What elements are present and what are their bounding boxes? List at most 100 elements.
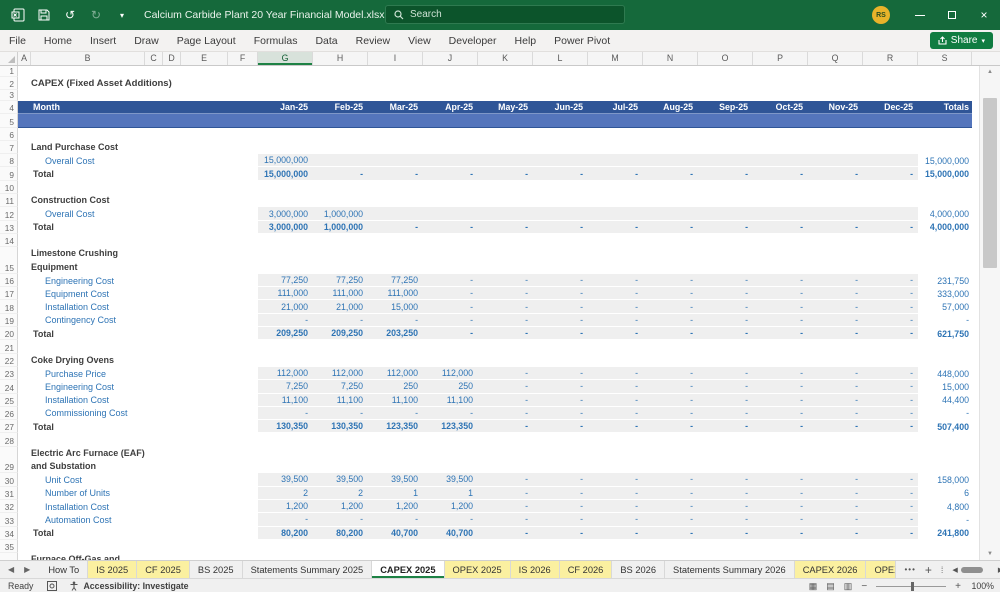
cell[interactable]: -: [643, 287, 698, 301]
cell[interactable]: -: [533, 380, 588, 394]
cell[interactable]: 39,500: [423, 473, 478, 487]
cell[interactable]: -: [643, 300, 698, 314]
cell[interactable]: -: [533, 499, 588, 514]
cell[interactable]: [18, 487, 31, 500]
sheet-nav-left-icon[interactable]: ◀: [8, 565, 14, 574]
cell[interactable]: -: [423, 406, 478, 421]
column-header-M[interactable]: M: [588, 52, 643, 65]
cell[interactable]: -: [368, 313, 423, 328]
column-header-D[interactable]: D: [163, 52, 181, 65]
ribbon-tab-home[interactable]: Home: [35, 30, 81, 52]
cell[interactable]: [643, 207, 698, 221]
cell[interactable]: -: [753, 366, 808, 381]
cell[interactable]: -: [808, 393, 863, 407]
cell[interactable]: -: [533, 513, 588, 527]
cell[interactable]: -: [478, 366, 533, 381]
cell[interactable]: -: [588, 526, 643, 540]
row-number[interactable]: 22: [0, 353, 18, 367]
cell[interactable]: [18, 500, 31, 513]
cell[interactable]: -: [753, 499, 808, 514]
ribbon-tab-power-pivot[interactable]: Power Pivot: [545, 30, 619, 52]
cell[interactable]: -: [533, 287, 588, 301]
cell[interactable]: -: [753, 380, 808, 394]
sheet-tab-capex-2026[interactable]: CAPEX 2026: [794, 561, 867, 578]
cell[interactable]: 11,100: [368, 393, 423, 407]
month-header-cell[interactable]: Sep-25: [698, 101, 753, 113]
cell[interactable]: [753, 154, 808, 168]
month-header-cell[interactable]: Feb-25: [313, 101, 368, 113]
totals-cell[interactable]: 4,000,000: [918, 207, 972, 220]
totals-cell[interactable]: 15,000: [918, 380, 972, 393]
sheet-nav-right-icon[interactable]: ▶: [24, 565, 30, 574]
totals-cell[interactable]: 621,750: [918, 327, 972, 340]
row-number[interactable]: 15: [0, 247, 18, 274]
cell[interactable]: -: [753, 220, 808, 234]
cell[interactable]: [18, 77, 31, 90]
sheet-tab-how-to[interactable]: How To: [40, 561, 89, 578]
cell[interactable]: -: [478, 526, 533, 540]
cell[interactable]: 11,100: [258, 393, 313, 407]
totals-header-cell[interactable]: Totals: [918, 101, 972, 113]
cell[interactable]: -: [698, 473, 753, 487]
cell[interactable]: [698, 207, 753, 221]
cell[interactable]: -: [753, 313, 808, 328]
row-number[interactable]: 7: [0, 140, 18, 155]
section-name-cell[interactable]: Furnace Off-Gas andCooling System: [31, 553, 120, 560]
horizontal-scroll-thumb[interactable]: [960, 566, 983, 573]
line-item-label[interactable]: Overall Cost: [31, 154, 258, 167]
line-item-label[interactable]: Installation Cost: [31, 394, 258, 407]
column-header-I[interactable]: I: [368, 52, 423, 65]
row-number[interactable]: 26: [0, 406, 18, 421]
totals-cell[interactable]: 507,400: [918, 420, 972, 433]
cell[interactable]: [18, 367, 31, 380]
line-item-label[interactable]: Purchase Price: [31, 367, 258, 380]
row-number[interactable]: 32: [0, 499, 18, 514]
cell[interactable]: 123,350: [368, 420, 423, 434]
row-number[interactable]: 25: [0, 393, 18, 407]
cell[interactable]: -: [698, 526, 753, 540]
row-number[interactable]: 3: [0, 90, 18, 101]
cell[interactable]: 112,000: [368, 366, 423, 381]
cell[interactable]: -: [313, 313, 368, 328]
row-number[interactable]: 30: [0, 473, 18, 487]
cell[interactable]: -: [753, 513, 808, 527]
close-button[interactable]: ×: [968, 0, 1000, 30]
section-name-cell[interactable]: Construction Cost: [31, 194, 110, 207]
column-header-E[interactable]: E: [181, 52, 228, 65]
cell[interactable]: 39,500: [313, 473, 368, 487]
cell[interactable]: 1,200: [368, 499, 423, 514]
cell[interactable]: -: [698, 486, 753, 500]
row-number[interactable]: 2: [0, 77, 18, 90]
cell[interactable]: -: [423, 167, 478, 181]
cell[interactable]: -: [423, 220, 478, 234]
cell[interactable]: [753, 207, 808, 221]
cell[interactable]: -: [863, 313, 918, 328]
cell[interactable]: -: [478, 273, 533, 288]
cell[interactable]: 112,000: [313, 366, 368, 381]
cell[interactable]: -: [808, 406, 863, 421]
cell[interactable]: -: [533, 313, 588, 328]
cell[interactable]: 80,200: [258, 526, 313, 540]
cell[interactable]: -: [478, 380, 533, 394]
cell[interactable]: -: [863, 526, 918, 540]
cell[interactable]: [808, 154, 863, 168]
totals-cell[interactable]: 57,000: [918, 300, 972, 313]
cell[interactable]: -: [698, 273, 753, 288]
row-number[interactable]: 16: [0, 273, 18, 288]
cell[interactable]: -: [863, 327, 918, 341]
cell[interactable]: -: [698, 513, 753, 527]
cell[interactable]: 112,000: [423, 366, 478, 381]
row-number[interactable]: 5: [0, 114, 18, 128]
cell[interactable]: -: [808, 526, 863, 540]
cell[interactable]: [18, 167, 31, 180]
row-number[interactable]: 1: [0, 66, 18, 77]
cell[interactable]: 250: [423, 380, 478, 394]
cell[interactable]: [18, 380, 31, 393]
cell[interactable]: -: [698, 366, 753, 381]
cell[interactable]: -: [698, 220, 753, 234]
cell[interactable]: -: [533, 526, 588, 540]
cell[interactable]: 111,000: [313, 287, 368, 301]
cell[interactable]: [643, 154, 698, 168]
row-number[interactable]: 21: [0, 340, 18, 354]
cell[interactable]: -: [643, 473, 698, 487]
